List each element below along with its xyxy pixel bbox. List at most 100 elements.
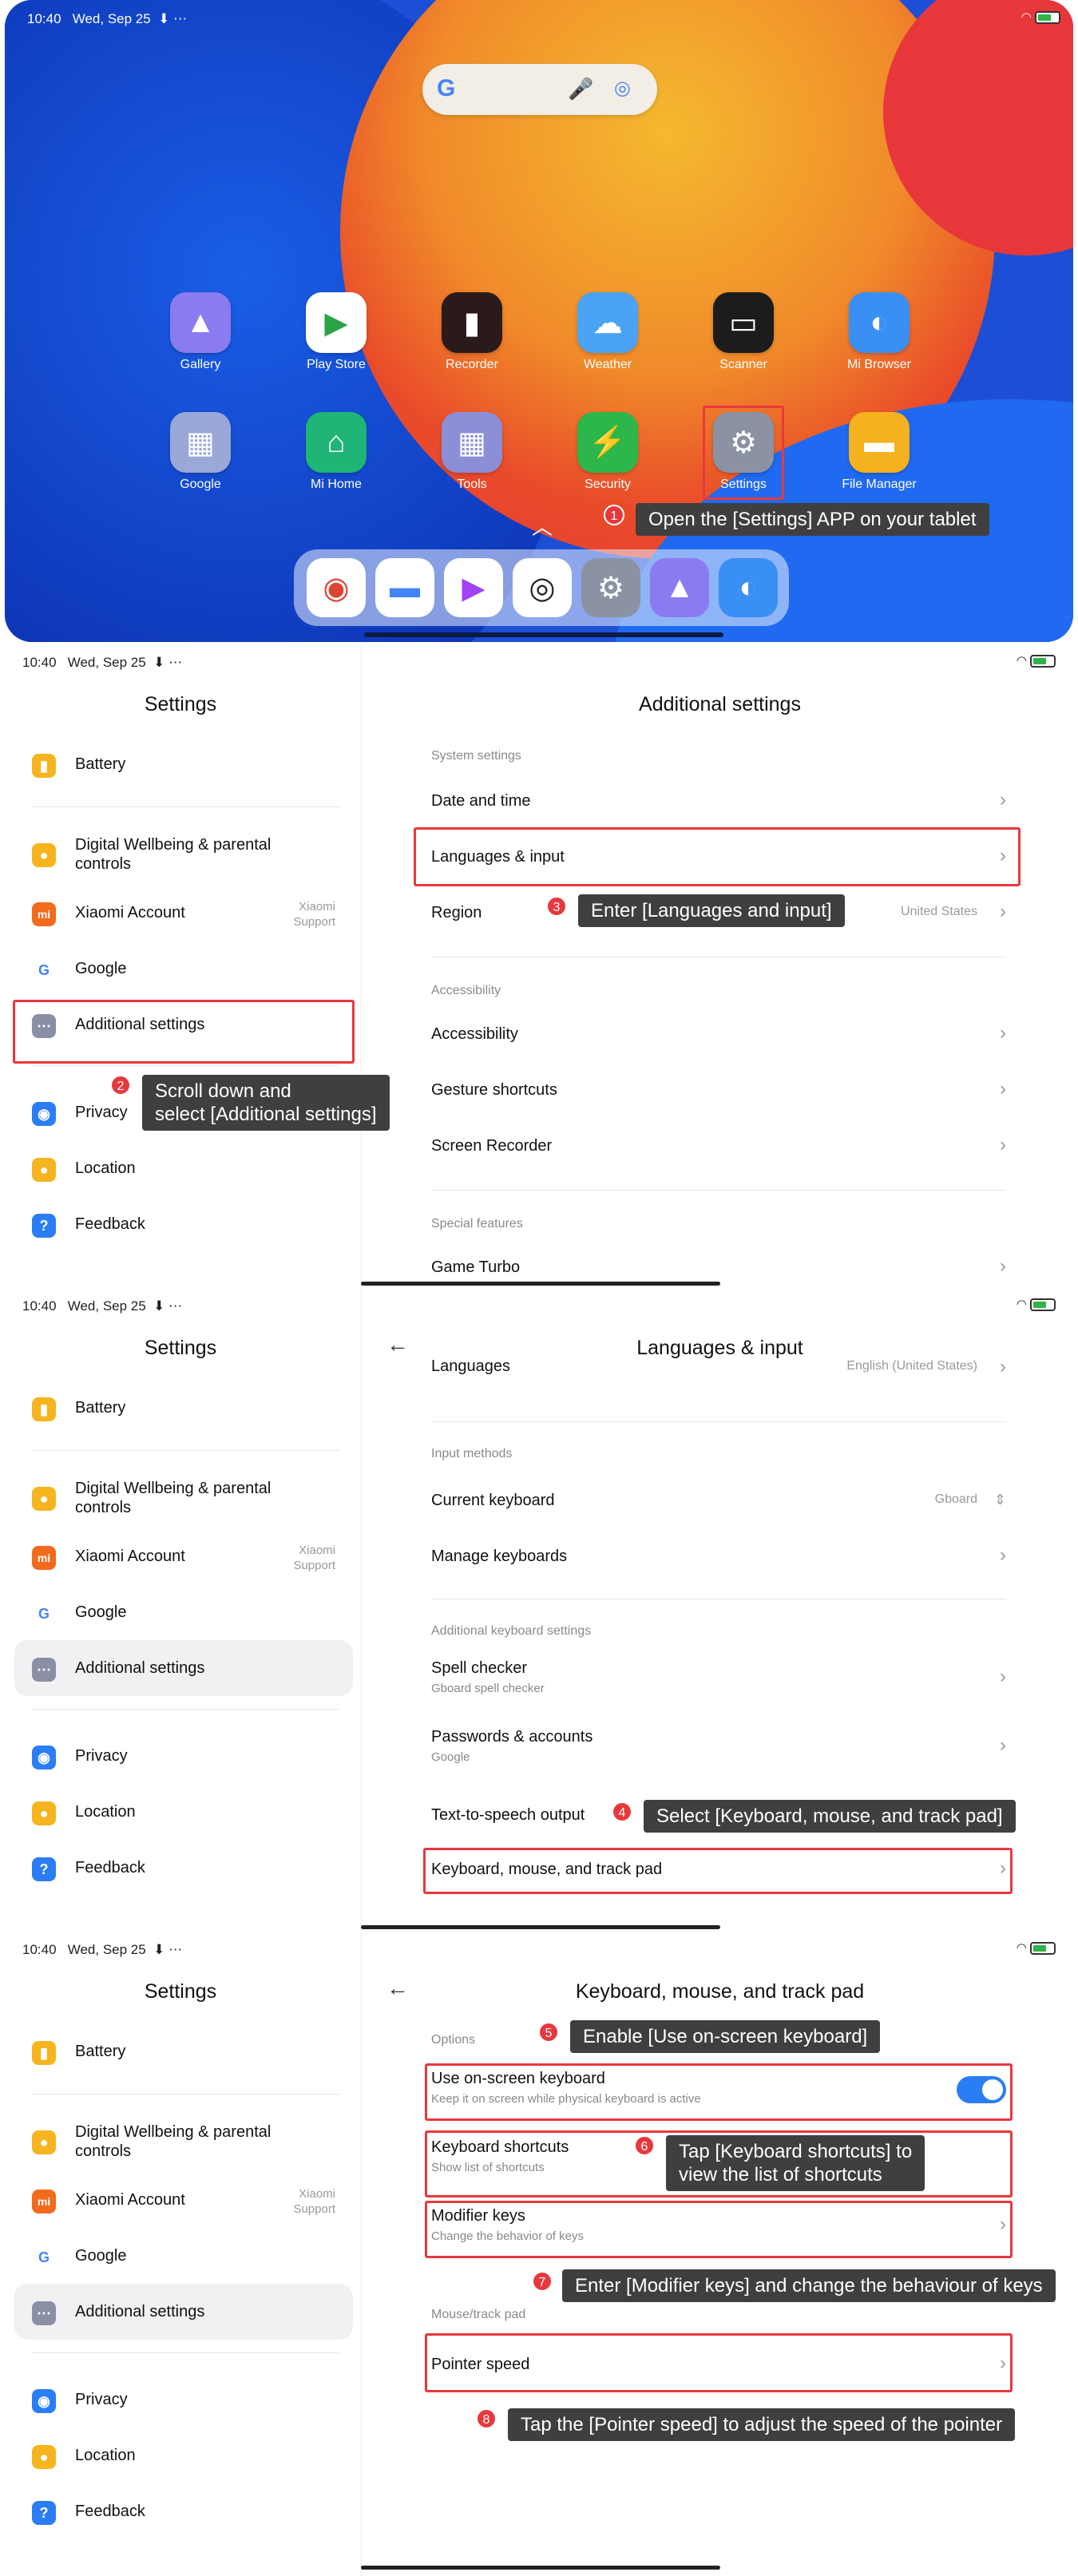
play-games-icon[interactable]: ▶ <box>444 558 503 617</box>
app-label: Gallery <box>180 358 221 371</box>
sidebar-item-sublabel: Xiaomi Support <box>293 2187 335 2216</box>
item-label: Accessibility <box>431 1025 518 1043</box>
app-gallery[interactable]: ▲ Gallery <box>157 292 244 372</box>
wellbeing-icon: ● <box>32 2130 56 2154</box>
home-indicator <box>361 2566 720 2570</box>
app-label: Recorder <box>446 358 498 371</box>
sidebar-item-xiaomi-account[interactable]: mi Xiaomi Account Xiaomi Support <box>14 885 353 941</box>
date-time-item[interactable]: Date and time › <box>431 773 1006 829</box>
lens-icon[interactable]: ◎ <box>614 77 631 100</box>
settings-sidebar: Settings ▮ Battery ● Digital Wellbeing & p… <box>0 645 361 1289</box>
app-play-store[interactable]: ▶ Play Store <box>292 292 380 372</box>
sidebar-item-battery[interactable]: ▮ Battery <box>14 1380 353 1436</box>
back-arrow-icon[interactable]: ← <box>386 1976 409 2001</box>
sidebar-item-location[interactable]: ● Location <box>14 1784 353 1840</box>
chrome-icon[interactable]: ◉ <box>307 558 366 617</box>
microphone-icon[interactable]: 🎤 <box>568 77 593 101</box>
kmt-highlight-box <box>423 1848 1013 1894</box>
settings-icon[interactable]: ⚙ <box>581 558 640 617</box>
sidebar-item-privacy[interactable]: ◉ Privacy <box>14 1728 353 1784</box>
accessibility-item[interactable]: Accessibility › <box>431 1006 1006 1062</box>
sidebar-item-sublabel: Xiaomi Support <box>293 900 335 929</box>
item-value: Gboard <box>934 1492 977 1506</box>
chevron-updown-icon: ⇕ <box>993 1492 1006 1508</box>
screen-recorder-item[interactable]: Screen Recorder › <box>431 1118 1006 1174</box>
step-note: Select [Keyboard, mouse, and track pad] <box>644 1800 1016 1833</box>
messages-icon[interactable]: ▬ <box>375 558 434 617</box>
sidebar-item-battery[interactable]: ▮ Battery <box>14 736 353 792</box>
sidebar-item-wellbeing[interactable]: ● Digital Wellbeing & parental controls <box>14 2113 353 2169</box>
sidebar-item-label: Feedback <box>75 1215 145 1233</box>
browser-icon[interactable]: ◐ <box>719 558 778 617</box>
chevron-up-icon[interactable]: ︿ <box>532 511 553 541</box>
back-arrow-icon[interactable]: ← <box>386 1332 409 1357</box>
current-keyboard-item[interactable]: Current keyboard Gboard ⇕ <box>431 1472 1006 1528</box>
divider <box>32 1065 339 1066</box>
eye-icon: ◉ <box>32 2389 56 2413</box>
languages-item[interactable]: Languages English (United States) › <box>431 1356 1006 1388</box>
app-mi-home[interactable]: ⌂ Mi Home <box>292 412 380 492</box>
spell-checker-item[interactable]: Spell checker Gboard spell checker › <box>431 1650 1006 1706</box>
divider <box>431 1190 1006 1191</box>
game-turbo-item[interactable]: Game Turbo › <box>431 1239 1006 1295</box>
sidebar-item-xiaomi-account[interactable]: mi Xiaomi Account Xiaomi Support <box>14 1528 353 1584</box>
tools-folder-icon: ▦ <box>442 412 502 473</box>
settings-sidebar: Settings ▮ Battery ● Digital Wellbeing & p… <box>0 1289 361 1932</box>
sidebar-title: Settings <box>144 1980 217 2003</box>
app-security[interactable]: ⚡ Security <box>564 412 652 492</box>
recorder-icon: ▮ <box>442 292 502 353</box>
sidebar-item-label: Google <box>75 1603 127 1621</box>
browser-icon: ◐ <box>849 292 910 353</box>
location-pin-icon: ● <box>32 2445 56 2469</box>
mi-logo-icon: mi <box>32 902 56 926</box>
sidebar-item-google[interactable]: G Google <box>14 941 353 997</box>
app-label: Play Store <box>307 358 366 371</box>
status-time: 10:40 <box>27 11 61 26</box>
app-mi-browser[interactable]: ◐ Mi Browser <box>835 292 923 372</box>
app-label: Security <box>585 478 631 491</box>
wellbeing-icon: ● <box>32 843 56 867</box>
sidebar-item-additional-settings[interactable]: ⋯ Additional settings <box>14 1640 353 1696</box>
app-file-manager[interactable]: ▬ File Manager <box>835 412 923 492</box>
sidebar-item-google[interactable]: G Google <box>14 2228 353 2284</box>
app-tools[interactable]: ▦ Tools <box>428 412 516 492</box>
more-dots-icon: ⋯ <box>32 2301 56 2325</box>
settings-detail-pane: Additional settings <box>361 645 1078 1289</box>
sidebar-item-wellbeing[interactable]: ● Digital Wellbeing & parental controls <box>14 1469 353 1525</box>
chevron-right-icon: › <box>1000 789 1006 810</box>
divider <box>32 1450 339 1451</box>
camera-icon[interactable]: ◎ <box>513 558 572 617</box>
app-scanner[interactable]: ▭ Scanner <box>700 292 787 372</box>
sidebar-item-google[interactable]: G Google <box>14 1584 353 1640</box>
step-number: 2 <box>110 1075 131 1096</box>
passwords-accounts-item[interactable]: Passwords & accounts Google › <box>431 1718 1006 1774</box>
sidebar-item-location[interactable]: ● Location <box>14 1140 353 1196</box>
sidebar-item-additional-settings[interactable]: ⋯ Additional settings <box>14 2284 353 2340</box>
sidebar-item-wellbeing[interactable]: ● Digital Wellbeing & parental controls <box>14 826 353 882</box>
section-header: System settings <box>431 749 521 763</box>
sidebar-item-label: Location <box>75 1803 136 1821</box>
google-folder-icon: ▦ <box>170 412 231 473</box>
sidebar-item-location[interactable]: ● Location <box>14 2427 353 2483</box>
manage-keyboards-item[interactable]: Manage keyboards › <box>431 1528 1006 1584</box>
sidebar-item-label: Digital Wellbeing & parental controls <box>75 1480 271 1516</box>
sidebar-item-feedback[interactable]: ? Feedback <box>14 2483 353 2539</box>
sidebar-item-xiaomi-account[interactable]: mi Xiaomi Account Xiaomi Support <box>14 2172 353 2228</box>
sidebar-item-privacy[interactable]: ◉ Privacy <box>14 2372 353 2427</box>
languages-highlight-box <box>414 827 1021 886</box>
app-weather[interactable]: ☁ Weather <box>564 292 652 372</box>
eye-icon: ◉ <box>32 1102 56 1126</box>
chevron-right-icon: › <box>1000 1734 1006 1756</box>
gallery-icon[interactable]: ▲ <box>650 558 709 617</box>
app-recorder[interactable]: ▮ Recorder <box>428 292 516 372</box>
sidebar-item-feedback[interactable]: ? Feedback <box>14 1840 353 1896</box>
sidebar-item-feedback[interactable]: ? Feedback <box>14 1196 353 1252</box>
status-date: Wed, Sep 25 <box>72 11 151 26</box>
google-search-bar[interactable]: G 🎤 ◎ <box>422 64 657 115</box>
sidebar-item-battery[interactable]: ▮ Battery <box>14 2023 353 2079</box>
gesture-shortcuts-item[interactable]: Gesture shortcuts › <box>431 1062 1006 1118</box>
feedback-icon: ? <box>32 1214 56 1238</box>
home-indicator <box>364 632 723 637</box>
app-google[interactable]: ▦ Google <box>157 412 244 492</box>
sidebar-item-label: Feedback <box>75 1859 145 1877</box>
